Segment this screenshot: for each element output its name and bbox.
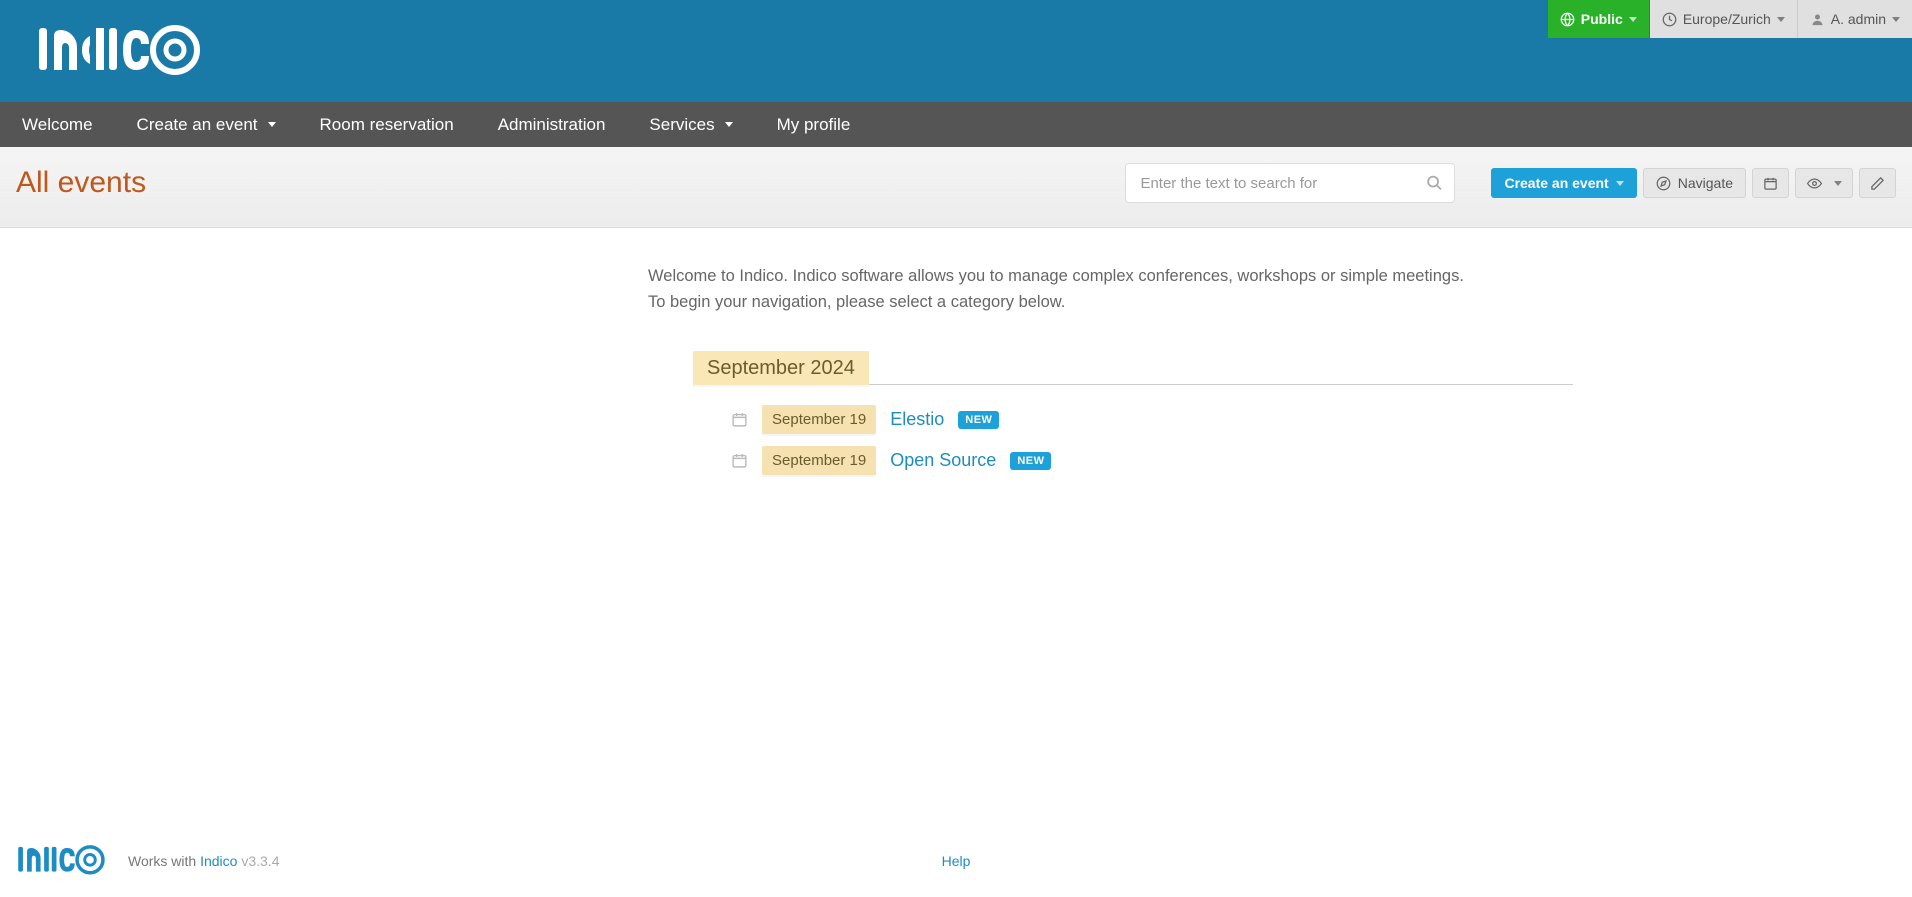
nav-services[interactable]: Services (627, 102, 754, 147)
event-date: September 19 (762, 405, 876, 434)
intro-text: Welcome to Indico. Indico software allow… (336, 264, 1576, 315)
month-section: September 2024 September 19 Elestio NEW … (336, 351, 1576, 481)
caret-down-icon (1834, 181, 1842, 186)
event-link[interactable]: Open Source (890, 450, 996, 471)
nav-label: Welcome (22, 115, 93, 135)
event-row: September 19 Open Source NEW (693, 440, 1576, 481)
footer-help-link[interactable]: Help (942, 853, 971, 869)
header: Public Europe/Zurich A. admin (0, 0, 1912, 102)
calendar-button[interactable] (1752, 168, 1789, 198)
calendar-mini-icon[interactable] (731, 452, 748, 469)
timezone-label: Europe/Zurich (1683, 11, 1771, 27)
footer-product-link[interactable]: Indico (200, 853, 237, 869)
visibility-button[interactable]: Public (1548, 0, 1650, 38)
new-badge: NEW (958, 411, 999, 429)
nav-label: My profile (777, 115, 851, 135)
footer-logo[interactable] (16, 841, 114, 881)
caret-down-icon (725, 122, 733, 127)
month-header: September 2024 (693, 351, 869, 385)
caret-down-icon (1616, 181, 1624, 186)
nav-administration[interactable]: Administration (476, 102, 628, 147)
create-event-label: Create an event (1504, 175, 1608, 191)
main-content: Welcome to Indico. Indico software allow… (336, 228, 1576, 481)
edit-button[interactable] (1859, 168, 1896, 198)
user-menu-button[interactable]: A. admin (1798, 0, 1912, 38)
caret-down-icon (1892, 17, 1900, 22)
search-input[interactable] (1125, 163, 1455, 203)
nav-label: Administration (498, 115, 606, 135)
globe-icon (1560, 12, 1575, 27)
calendar-mini-icon[interactable] (731, 411, 748, 428)
event-row: September 19 Elestio NEW (693, 399, 1576, 440)
footer-version: v3.3.4 (241, 853, 279, 869)
pencil-icon (1870, 176, 1885, 191)
caret-down-icon (268, 122, 276, 127)
footer-credits: Works with Indico v3.3.4 (128, 853, 279, 869)
nav-room-reservation[interactable]: Room reservation (298, 102, 476, 147)
navigate-button[interactable]: Navigate (1643, 168, 1746, 198)
caret-down-icon (1777, 17, 1785, 22)
compass-icon (1656, 176, 1671, 191)
clock-icon (1662, 12, 1677, 27)
nav-create-event[interactable]: Create an event (115, 102, 298, 147)
navigate-label: Navigate (1678, 175, 1733, 191)
intro-line-1: Welcome to Indico. Indico software allow… (648, 264, 1576, 290)
new-badge: NEW (1010, 452, 1051, 470)
search-icon[interactable] (1426, 175, 1443, 192)
user-icon (1810, 12, 1825, 27)
main-nav: Welcome Create an event Room reservation… (0, 102, 1912, 147)
page-title: All events (16, 166, 146, 200)
view-button[interactable] (1795, 168, 1853, 198)
footer-works-with: Works with (128, 853, 196, 869)
timezone-button[interactable]: Europe/Zurich (1650, 0, 1798, 38)
calendar-icon (1763, 176, 1778, 191)
logo[interactable] (36, 18, 201, 86)
event-link[interactable]: Elestio (890, 409, 944, 430)
intro-line-2: To begin your navigation, please select … (648, 290, 1576, 316)
nav-label: Services (649, 115, 714, 135)
nav-my-profile[interactable]: My profile (755, 102, 873, 147)
event-date: September 19 (762, 446, 876, 475)
create-event-button[interactable]: Create an event (1491, 168, 1636, 198)
topbar: Public Europe/Zurich A. admin (1548, 0, 1912, 38)
nav-label: Create an event (137, 115, 258, 135)
eye-icon (1806, 176, 1823, 191)
nav-label: Room reservation (320, 115, 454, 135)
caret-down-icon (1629, 17, 1637, 22)
search-wrap (1125, 163, 1455, 203)
visibility-label: Public (1581, 11, 1623, 27)
footer: Works with Indico v3.3.4 Help (0, 841, 1912, 881)
nav-welcome[interactable]: Welcome (0, 102, 115, 147)
user-label: A. admin (1831, 11, 1886, 27)
toolbar-row: All events Create an event Navigate (0, 147, 1912, 228)
